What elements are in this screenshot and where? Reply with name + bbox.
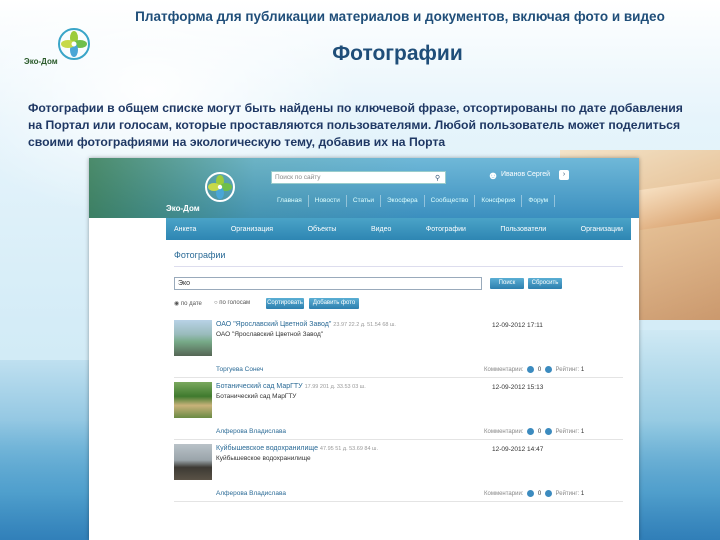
photo-coordinates: 17.99 201 д. 33.53 03 ш. (304, 384, 366, 390)
sort-by-date-radio[interactable]: ◉ по дате (174, 300, 202, 307)
photo-author-link[interactable]: Алферова Владислава (216, 428, 286, 435)
photo-stats: Комментарии: 0 Рейтинг: 1 (484, 428, 584, 435)
photo-organization: Ботанический сад МарГТУ (216, 393, 297, 400)
comments-label: Комментарии: (484, 491, 524, 498)
content-area: Фотографии Эко Поиск Сбросить ◉ по дате … (166, 240, 631, 540)
photo-author-link[interactable]: Алферова Владислава (216, 490, 286, 497)
photo-title-row: ОАО "Ярославский Цветной Завод" 23.97 22… (216, 321, 396, 328)
photo-coordinates: 23.97 22.2 д. 51.54 68 ш. (333, 322, 396, 328)
rating-value: 1 (580, 367, 585, 374)
divider (174, 266, 623, 267)
menu-item-users[interactable]: Пользователи (500, 226, 546, 233)
site-search-input[interactable]: Поиск по сайту ⚲ (271, 171, 446, 184)
user-icon[interactable]: ☻ (487, 170, 499, 184)
sort-by-votes-label: по голосам (219, 300, 251, 306)
user-name[interactable]: Иванов Сергей (501, 171, 550, 178)
main-menu: Анкета Организация Объекты Видео Фотогра… (166, 218, 631, 240)
rating-icon[interactable] (544, 490, 552, 497)
menu-item-objects[interactable]: Объекты (308, 226, 337, 233)
comments-count: 0 (537, 491, 542, 498)
website-screenshot: Эко-Дом Поиск по сайту ⚲ ☻ Иванов Сергей… (89, 158, 639, 540)
comment-icon[interactable] (527, 366, 535, 373)
chevron-right-icon[interactable]: › (559, 170, 569, 180)
divider (174, 501, 623, 502)
photo-stats: Комментарии: 0 Рейтинг: 1 (484, 490, 584, 497)
rating-icon[interactable] (544, 428, 552, 435)
top-nav-item-conference[interactable]: Консферия (475, 195, 523, 207)
comments-count: 0 (537, 367, 542, 374)
slide: Эко-Дом Платформа для публикации материа… (0, 0, 720, 540)
top-nav-item-news[interactable]: Новости (309, 195, 347, 207)
photo-list-item: Куйбышевское водохранилище 47.95 51 д. 5… (174, 444, 623, 504)
photo-title-link[interactable]: ОАО "Ярославский Цветной Завод" (216, 321, 331, 328)
site-logo[interactable]: Эко-Дом (164, 163, 254, 218)
sort-by-votes-radio[interactable]: ○ по голосам (214, 300, 250, 306)
comment-icon[interactable] (527, 490, 535, 497)
photo-stats: Комментарии: 0 Рейтинг: 1 (484, 366, 584, 373)
menu-item-organization[interactable]: Организация (231, 226, 273, 233)
photo-date: 12-09-2012 14:47 (492, 446, 544, 453)
rating-label: Рейтинг: (555, 429, 580, 436)
photo-search-input[interactable]: Эко (174, 277, 482, 290)
rating-value: 1 (580, 491, 585, 498)
photo-title-row: Куйбышевское водохранилище 47.95 51 д. 5… (216, 445, 378, 452)
comments-label: Комментарии: (484, 429, 524, 436)
photo-list-item: Ботанический сад МарГТУ 17.99 201 д. 33.… (174, 382, 623, 442)
menu-item-video[interactable]: Видео (371, 226, 391, 233)
photo-title-link[interactable]: Ботанический сад МарГТУ (216, 383, 303, 390)
photo-date: 12-09-2012 15:13 (492, 384, 544, 391)
comments-label: Комментарии: (484, 367, 524, 374)
photo-coordinates: 47.95 51 д. 53.69 84 ш. (319, 446, 379, 452)
divider (174, 439, 623, 440)
top-nav-item-ecosphere[interactable]: Экосфера (381, 195, 425, 207)
top-nav-item-forum[interactable]: Форум (522, 195, 556, 207)
rating-label: Рейтинг: (555, 491, 580, 498)
reset-button[interactable]: Сбросить (528, 278, 562, 289)
divider (174, 377, 623, 378)
site-logo-text: Эко-Дом (166, 204, 200, 213)
slide-title: Платформа для публикации материалов и до… (135, 9, 665, 24)
photo-thumbnail[interactable] (174, 444, 212, 480)
comment-icon[interactable] (527, 428, 535, 435)
photo-list-item: ОАО "Ярославский Цветной Завод" 23.97 22… (174, 320, 623, 380)
rating-label: Рейтинг: (555, 367, 580, 374)
photo-title-link[interactable]: Куйбышевское водохранилище (216, 445, 318, 452)
search-placeholder: Поиск по сайту (275, 174, 321, 181)
photo-thumbnail[interactable] (174, 382, 212, 418)
comments-count: 0 (537, 429, 542, 436)
search-icon[interactable]: ⚲ (435, 173, 443, 182)
menu-item-profile[interactable]: Анкета (174, 226, 196, 233)
photo-title-row: Ботанический сад МарГТУ 17.99 201 д. 33.… (216, 383, 366, 390)
top-nav-item-community[interactable]: Сообщество (425, 195, 476, 207)
site-header: Эко-Дом Поиск по сайту ⚲ ☻ Иванов Сергей… (89, 158, 639, 218)
rating-icon[interactable] (544, 366, 552, 373)
rating-value: 1 (580, 429, 585, 436)
top-nav-item-articles[interactable]: Статьи (347, 195, 381, 207)
photo-organization: Куйбышевское водохранилище (216, 455, 311, 462)
sort-by-date-label: по дате (180, 301, 202, 307)
menu-item-organizations[interactable]: Организации (581, 226, 623, 233)
photo-thumbnail[interactable] (174, 320, 212, 356)
sort-button[interactable]: Сортировать (266, 298, 304, 309)
photo-organization: ОАО "Ярославский Цветной Завод" (216, 331, 324, 338)
slide-description: Фотографии в общем списке могут быть най… (28, 101, 683, 149)
slide-subtitle: Фотографии (332, 42, 463, 65)
photo-date: 12-09-2012 17:11 (492, 322, 543, 329)
photo-author-link[interactable]: Торгуева Сонеч (216, 366, 263, 373)
page-heading: Фотографии (174, 250, 226, 260)
add-photo-button[interactable]: Добавить фото (309, 298, 359, 309)
menu-item-photos[interactable]: Фотографии (426, 226, 466, 233)
top-nav-item-home[interactable]: Главная (271, 195, 309, 207)
top-nav: Главная Новости Статьи Экосфера Сообщест… (271, 195, 556, 207)
find-button[interactable]: Поиск (490, 278, 524, 289)
